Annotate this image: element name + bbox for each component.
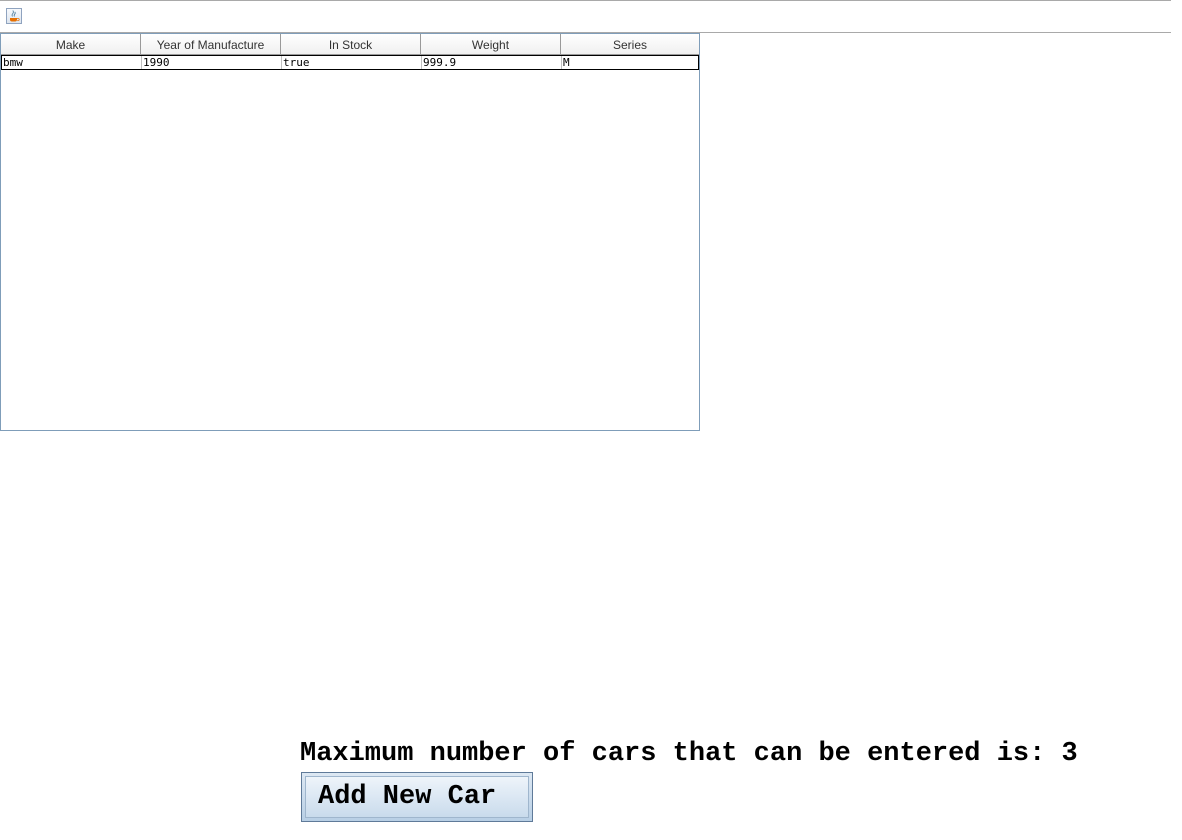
toolbar: [0, 1, 1171, 33]
column-header-series[interactable]: Series: [561, 34, 699, 54]
column-header-weight[interactable]: Weight: [421, 34, 561, 54]
cell-series[interactable]: M: [562, 56, 698, 69]
add-new-car-button[interactable]: Add New Car: [301, 772, 533, 822]
max-cars-label: Maximum number of cars that can be enter…: [300, 739, 1078, 769]
add-new-car-button-label: Add New Car: [305, 776, 529, 818]
cell-weight[interactable]: 999.9: [422, 56, 562, 69]
app-window: Make Year of Manufacture In Stock Weight…: [0, 0, 1182, 840]
table-row[interactable]: bmw 1990 true 999.9 M: [1, 55, 699, 70]
table-header: Make Year of Manufacture In Stock Weight…: [1, 34, 699, 55]
cell-in-stock[interactable]: true: [282, 56, 422, 69]
cell-year-of-manufacture[interactable]: 1990: [142, 56, 282, 69]
cell-make[interactable]: bmw: [2, 56, 142, 69]
cars-table[interactable]: Make Year of Manufacture In Stock Weight…: [0, 33, 700, 431]
column-header-year-of-manufacture[interactable]: Year of Manufacture: [141, 34, 281, 54]
java-cup-icon[interactable]: [6, 8, 22, 24]
column-header-make[interactable]: Make: [1, 34, 141, 54]
column-header-in-stock[interactable]: In Stock: [281, 34, 421, 54]
